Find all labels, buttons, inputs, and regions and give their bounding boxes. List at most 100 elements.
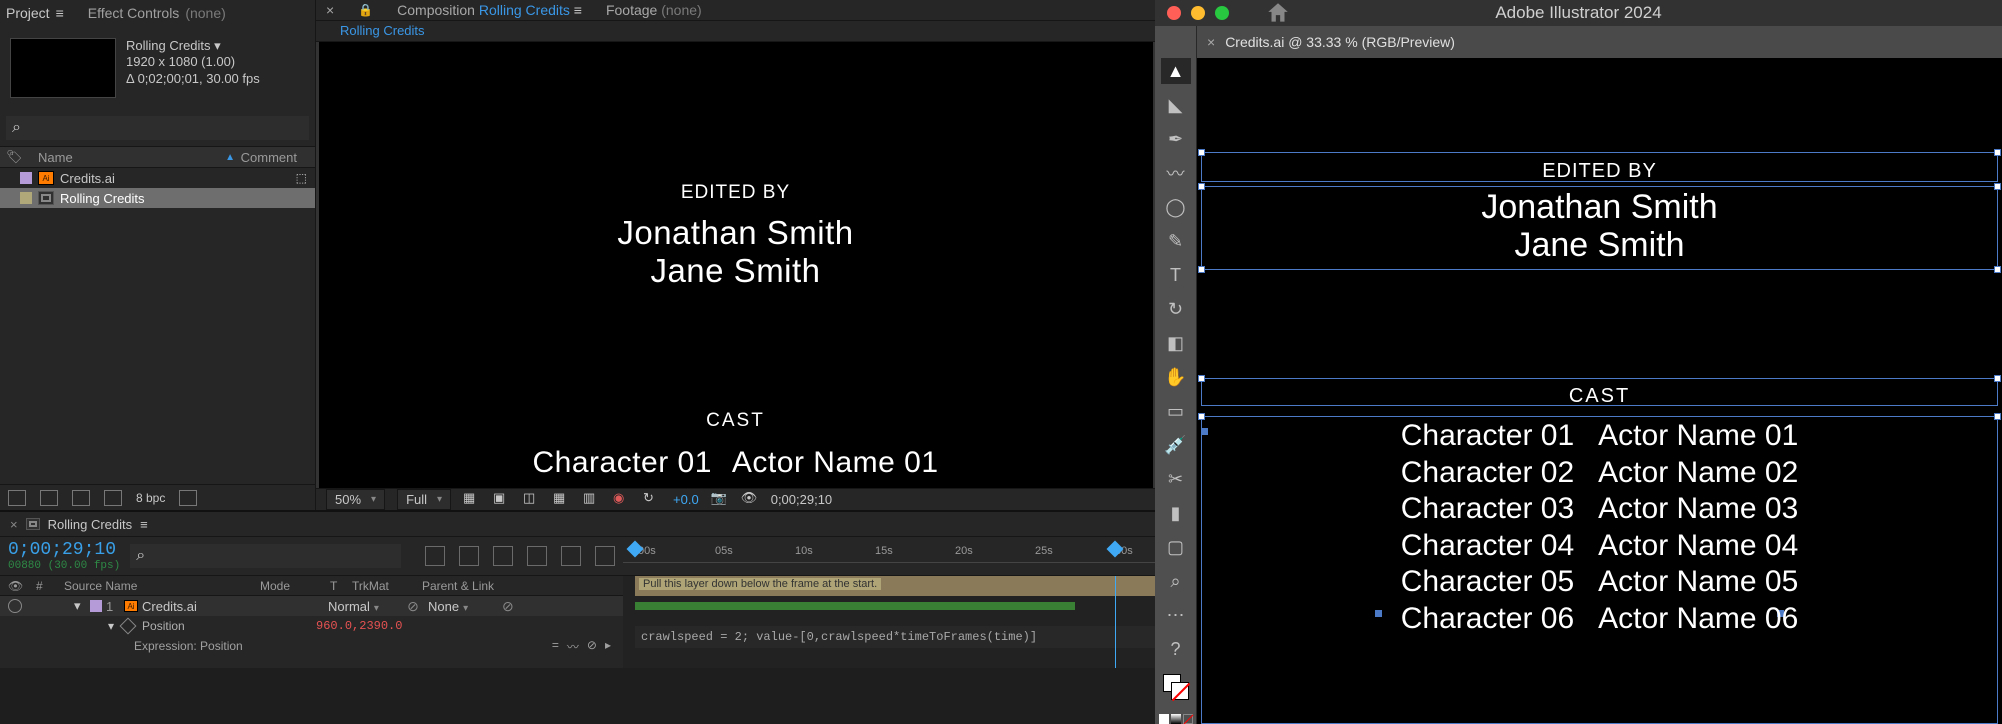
ellipse-tool-icon[interactable]: ◯: [1161, 194, 1191, 220]
composition-tab-label[interactable]: Composition: [397, 2, 475, 18]
playhead-line[interactable]: [1115, 576, 1116, 668]
layer-name[interactable]: Credits.ai: [142, 599, 324, 614]
comp-title[interactable]: Rolling Credits ▾: [126, 38, 260, 54]
timeline-tracks[interactable]: Pull this layer down below the frame at …: [623, 576, 1155, 668]
cast-actor[interactable]: Actor Name 02: [1598, 455, 1798, 492]
trash-icon[interactable]: [179, 490, 197, 506]
composition-tab-name[interactable]: Rolling Credits: [479, 2, 570, 18]
twirl-icon[interactable]: ▾: [74, 598, 86, 614]
show-snapshot-icon[interactable]: 👁: [741, 490, 759, 508]
expr-graph-icon[interactable]: 〰: [567, 638, 579, 655]
eye-col-icon[interactable]: 👁: [8, 579, 23, 593]
illustrator-canvas[interactable]: EDITED BY Jonathan Smith Jane Smith CAST: [1197, 58, 2002, 724]
hamburger-icon[interactable]: ≡: [56, 5, 64, 21]
type-tool-icon[interactable]: T: [1161, 262, 1191, 288]
minimize-window-button[interactable]: [1191, 6, 1205, 20]
reset-exposure-icon[interactable]: ↻: [643, 490, 661, 508]
col-num[interactable]: #: [36, 579, 64, 593]
interpret-footage-icon[interactable]: [8, 490, 26, 506]
lock-icon[interactable]: 🔒: [358, 3, 373, 17]
col-parent[interactable]: Parent & Link: [422, 579, 623, 593]
none-mode-icon[interactable]: [1183, 714, 1193, 724]
col-name[interactable]: Name: [38, 150, 73, 165]
credit-name[interactable]: Jane Smith: [1197, 226, 2002, 264]
blend-mode-dropdown[interactable]: Normal: [328, 599, 398, 614]
cast-actor[interactable]: Actor Name 04: [1598, 528, 1798, 565]
comp-mini-flowchart-icon[interactable]: [425, 546, 445, 566]
resolution-dropdown[interactable]: Full: [397, 489, 451, 510]
zoom-dropdown[interactable]: 50%: [326, 489, 385, 510]
roi-icon[interactable]: ◫: [523, 490, 541, 508]
hamburger-icon[interactable]: ≡: [140, 517, 148, 532]
mask-toggle-icon[interactable]: ▣: [493, 490, 511, 508]
property-value[interactable]: 960.0,2390.0: [316, 619, 402, 633]
bpc-toggle[interactable]: 8 bpc: [136, 491, 165, 505]
frame-blend-icon[interactable]: [527, 546, 547, 566]
channel-icon[interactable]: ◉: [613, 490, 631, 508]
scissors-tool-icon[interactable]: ✂: [1161, 466, 1191, 492]
cast-character[interactable]: Character 06: [1401, 601, 1574, 638]
grid-icon[interactable]: ▦: [553, 490, 571, 508]
col-t[interactable]: T: [330, 579, 352, 593]
expr-pickwhip-icon[interactable]: ⊘: [587, 638, 597, 655]
gradient-tool-icon[interactable]: ▮: [1161, 500, 1191, 526]
exposure-value[interactable]: +0.0: [673, 492, 699, 507]
tag-icon[interactable]: 🏷: [6, 149, 23, 165]
cast-table[interactable]: Character 01 Character 02 Character 03 C…: [1197, 418, 2002, 638]
project-tab[interactable]: Project ≡: [6, 5, 64, 21]
label-color[interactable]: [20, 172, 32, 184]
expression-field[interactable]: crawlspeed = 2; value-[0,crawlspeed*time…: [635, 626, 1155, 648]
graph-editor-icon[interactable]: [595, 546, 615, 566]
trkmat-toggle-icon[interactable]: ⊘: [402, 598, 424, 615]
direct-selection-tool-icon[interactable]: ◣: [1161, 92, 1191, 118]
eraser-tool-icon[interactable]: ◧: [1161, 330, 1191, 356]
cast-character[interactable]: Character 03: [1401, 491, 1574, 528]
col-comment[interactable]: Comment: [241, 150, 315, 165]
document-tab[interactable]: × Credits.ai @ 33.33 % (RGB/Preview): [1197, 26, 2002, 58]
stopwatch-icon[interactable]: [120, 618, 137, 635]
cast-actor[interactable]: Actor Name 06: [1598, 601, 1798, 638]
composition-viewer[interactable]: EDITED BY Jonathan Smith Jane Smith CAST…: [316, 42, 1155, 488]
new-comp-icon[interactable]: [72, 490, 90, 506]
property-row[interactable]: ▾ Position 960.0,2390.0: [0, 616, 623, 636]
trkmat-dropdown[interactable]: None: [428, 599, 498, 614]
col-mode[interactable]: Mode: [260, 579, 330, 593]
stroke-swatch[interactable]: [1171, 682, 1189, 700]
hamburger-icon[interactable]: ≡: [574, 2, 582, 18]
viewer-timecode[interactable]: 0;00;29;10: [771, 492, 832, 507]
rotate-tool-icon[interactable]: ↻: [1161, 296, 1191, 322]
label-color[interactable]: [90, 600, 102, 612]
cast-actor[interactable]: Actor Name 01: [1598, 418, 1798, 455]
rectangle-tool-icon[interactable]: ▭: [1161, 398, 1191, 424]
project-item[interactable]: Rolling Credits: [0, 188, 315, 208]
cast-character[interactable]: Character 05: [1401, 564, 1574, 601]
guides-icon[interactable]: ▥: [583, 490, 601, 508]
maximize-window-button[interactable]: [1215, 6, 1229, 20]
credit-name[interactable]: Jonathan Smith: [1197, 188, 2002, 226]
close-tab-x[interactable]: ×: [326, 2, 334, 18]
cast-actor[interactable]: Actor Name 05: [1598, 564, 1798, 601]
snapshot-icon[interactable]: 📷: [711, 490, 729, 508]
brush-tool-icon[interactable]: ✎: [1161, 228, 1191, 254]
time-ruler[interactable]: :00s 05s 10s 15s 20s 25s 30s: [623, 545, 1155, 563]
fill-stroke-swatch[interactable]: [1163, 674, 1189, 700]
color-mode-icon[interactable]: [1159, 714, 1169, 724]
timeline-ruler-area[interactable]: :00s 05s 10s 15s 20s 25s 30s: [623, 537, 1155, 575]
eyedropper-tool-icon[interactable]: 💉: [1161, 432, 1191, 458]
label-color[interactable]: [20, 192, 32, 204]
zoom-tool-icon[interactable]: ⌕: [1161, 568, 1191, 594]
col-source[interactable]: Source Name: [64, 579, 260, 593]
project-search[interactable]: ⌕: [6, 116, 309, 140]
flowchart-crumb[interactable]: Rolling Credits: [340, 23, 425, 38]
transparency-grid-icon[interactable]: ▦: [463, 490, 481, 508]
cast-heading[interactable]: CAST: [1197, 385, 2002, 408]
render-settings-icon[interactable]: [104, 490, 122, 506]
expression-row[interactable]: Expression: Position = 〰 ⊘ ▸: [0, 636, 623, 656]
timeline-tab-name[interactable]: Rolling Credits: [48, 517, 133, 532]
work-area-bar[interactable]: [635, 602, 1075, 610]
parent-pickwhip-icon[interactable]: ⊘: [502, 598, 514, 615]
artboard-tool-icon[interactable]: ▢: [1161, 534, 1191, 560]
effect-controls-tab[interactable]: Effect Controls (none): [88, 5, 226, 21]
curvature-tool-icon[interactable]: 〰: [1161, 160, 1191, 186]
current-timecode[interactable]: 0;00;29;10: [8, 540, 120, 560]
